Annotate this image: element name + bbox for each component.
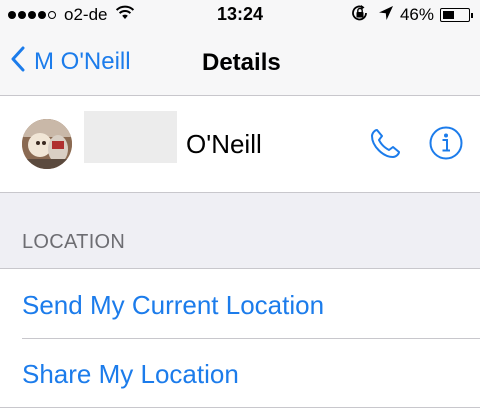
list-item-label: Share My Location xyxy=(22,359,239,389)
battery-level-fill xyxy=(442,10,454,19)
contact-name: O'Neill xyxy=(186,129,262,159)
signal-dot xyxy=(8,11,16,19)
share-my-location-row[interactable]: Share My Location xyxy=(0,339,480,408)
phone-icon xyxy=(368,129,402,165)
avatar[interactable] xyxy=(22,119,72,169)
info-icon xyxy=(428,126,464,165)
back-button[interactable]: M O'Neill xyxy=(10,46,131,77)
section-title: LOCATION xyxy=(22,231,126,253)
list-item-label: Send My Current Location xyxy=(22,290,325,320)
carrier-name: o2-de xyxy=(64,5,108,24)
signal-dot-empty xyxy=(48,11,56,19)
battery-icon xyxy=(440,8,473,22)
redacted-first-name xyxy=(84,111,177,163)
contact-row: O'Neill xyxy=(0,97,480,193)
status-right-group: 46% xyxy=(350,4,473,27)
row-divider xyxy=(0,407,480,408)
chevron-left-icon xyxy=(10,46,26,77)
back-button-label: M O'Neill xyxy=(34,47,131,75)
info-button[interactable] xyxy=(428,125,464,161)
signal-dot xyxy=(28,11,36,19)
wifi-icon xyxy=(115,5,135,25)
status-bar: o2-de 13:24 46% xyxy=(0,0,480,30)
battery-percent: 46% xyxy=(399,5,434,24)
rotation-lock-icon xyxy=(350,4,370,27)
signal-group: o2-de xyxy=(8,5,135,25)
call-button[interactable] xyxy=(368,127,402,161)
navigation-bar: M O'Neill Details xyxy=(0,30,480,96)
page-title: Details xyxy=(202,49,281,76)
send-current-location-row[interactable]: Send My Current Location xyxy=(0,270,480,339)
signal-dot xyxy=(18,11,26,19)
location-section-header: LOCATION xyxy=(0,193,480,269)
signal-dot xyxy=(38,11,46,19)
location-arrow-icon xyxy=(378,5,394,26)
